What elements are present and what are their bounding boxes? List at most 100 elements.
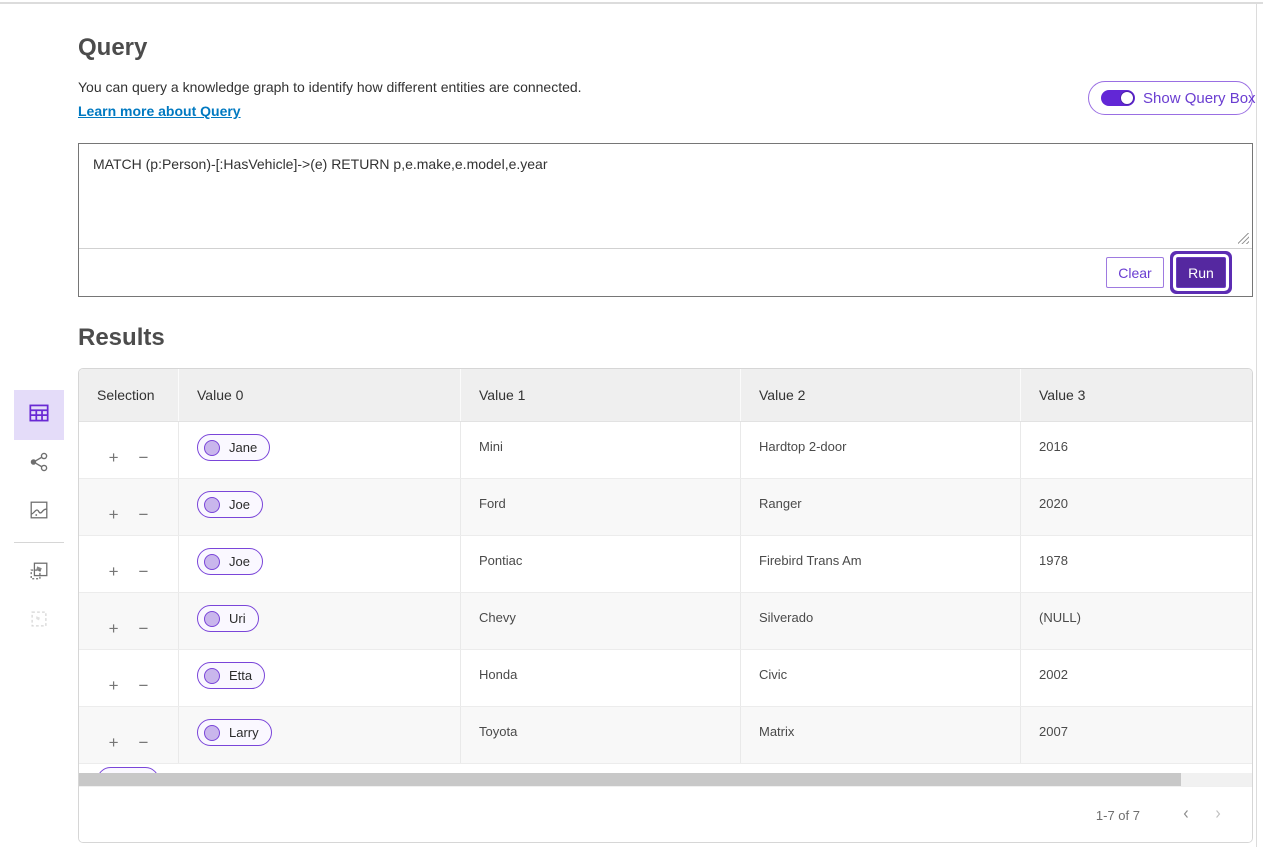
entity-chip[interactable]: Larry — [197, 719, 272, 746]
clear-button[interactable]: Clear — [1106, 257, 1164, 288]
learn-more-link[interactable]: Learn more about Query — [78, 103, 241, 119]
add-to-selection-button[interactable]: + — [109, 664, 119, 706]
row-selection-cell: + − — [79, 593, 179, 649]
panel-right-divider — [1256, 4, 1257, 847]
marquee-select-view-button — [14, 597, 64, 645]
remove-from-selection-button[interactable]: − — [139, 493, 149, 535]
remove-from-selection-button[interactable]: − — [139, 550, 149, 592]
query-actions-bar: Clear Run — [79, 249, 1252, 296]
entity-dot-icon — [204, 554, 220, 570]
table-row: + − Joe Ford Ranger 2020 — [79, 479, 1252, 536]
link-chart-icon — [28, 451, 50, 478]
row-entity-cell: Larry — [179, 707, 461, 763]
textarea-resize-handle[interactable] — [1238, 233, 1249, 244]
results-section-title: Results — [78, 324, 165, 352]
entity-chip[interactable]: Uri — [197, 605, 259, 632]
table-row: + − Etta Honda Civic 2002 — [79, 650, 1252, 707]
pagination-prev-button[interactable] — [1170, 799, 1202, 831]
entity-chip[interactable]: Etta — [197, 662, 265, 689]
entity-dot-icon — [204, 497, 220, 513]
link-chart-view-button[interactable] — [14, 440, 64, 488]
row-value2-cell: Firebird Trans Am — [741, 536, 1021, 592]
table-row: + − Uri Chevy Silverado (NULL) — [79, 593, 1252, 650]
add-to-selection-button[interactable]: + — [109, 493, 119, 535]
row-value1-cell: Ford — [461, 479, 741, 535]
entity-chip[interactable]: Joe — [197, 491, 263, 518]
row-value3-cell: 2007 — [1021, 707, 1253, 763]
entity-chip-label: Uri — [229, 611, 246, 626]
toggle-knob — [1120, 91, 1134, 105]
result-view-rail — [14, 390, 64, 645]
row-selection-cell: + − — [79, 536, 179, 592]
table-header-row: Selection Value 0 Value 1 Value 2 Value … — [79, 369, 1252, 422]
row-selection-cell: + − — [79, 650, 179, 706]
row-value3-cell: 2002 — [1021, 650, 1253, 706]
row-value2-cell: Ranger — [741, 479, 1021, 535]
pagination-range-label: 1-7 of 7 — [1096, 808, 1140, 823]
table-row-partial — [79, 764, 1252, 773]
query-section-title: Query — [78, 34, 147, 62]
query-page: Query You can query a knowledge graph to… — [0, 0, 1263, 847]
entity-dot-icon — [204, 440, 220, 456]
column-header-value3[interactable]: Value 3 — [1021, 369, 1253, 421]
entity-dot-icon — [204, 668, 220, 684]
row-value2-cell: Hardtop 2-door — [741, 422, 1021, 478]
row-entity-cell: Joe — [179, 536, 461, 592]
remove-from-selection-button[interactable]: − — [139, 664, 149, 706]
row-value3-cell: (NULL) — [1021, 593, 1253, 649]
column-header-value2[interactable]: Value 2 — [741, 369, 1021, 421]
row-value1-cell: Mini — [461, 422, 741, 478]
entity-dot-icon — [204, 611, 220, 627]
run-button[interactable]: Run — [1176, 257, 1226, 288]
table-view-button[interactable] — [14, 390, 64, 440]
remove-from-selection-button[interactable]: − — [139, 721, 149, 763]
add-to-selection-button[interactable]: + — [109, 607, 119, 649]
row-value2-cell: Civic — [741, 650, 1021, 706]
row-entity-cell: Joe — [179, 479, 461, 535]
pagination-next-button[interactable] — [1202, 799, 1234, 831]
horizontal-scrollbar[interactable] — [79, 773, 1252, 786]
chevron-left-icon — [1179, 807, 1193, 824]
entity-chip-label: Jane — [229, 440, 257, 455]
query-description: You can query a knowledge graph to ident… — [78, 79, 582, 95]
entity-chip-label: Joe — [229, 497, 250, 512]
row-selection-cell: + − — [79, 422, 179, 478]
chevron-right-icon — [1211, 807, 1225, 824]
entity-chip[interactable]: Jane — [197, 434, 270, 461]
new-map-view-button[interactable] — [14, 549, 64, 597]
table-icon — [26, 400, 52, 431]
rail-divider — [14, 542, 64, 543]
show-query-box-toggle[interactable]: Show Query Box — [1088, 81, 1253, 115]
entity-chip[interactable]: Joe — [197, 548, 263, 575]
toggle-switch-icon[interactable] — [1101, 90, 1135, 106]
table-row: + − Larry Toyota Matrix 2007 — [79, 707, 1252, 764]
toggle-label: Show Query Box — [1143, 90, 1256, 107]
row-value2-cell: Matrix — [741, 707, 1021, 763]
results-table: Selection Value 0 Value 1 Value 2 Value … — [78, 368, 1253, 843]
marquee-select-icon — [28, 608, 50, 635]
entity-dot-icon — [204, 725, 220, 741]
add-to-selection-button[interactable]: + — [109, 721, 119, 763]
query-input[interactable]: MATCH (p:Person)-[:HasVehicle]->(e) RETU… — [79, 144, 1252, 249]
column-header-value1[interactable]: Value 1 — [461, 369, 741, 421]
row-value1-cell: Toyota — [461, 707, 741, 763]
table-body: + − Jane Mini Hardtop 2-door 2016 + − Jo… — [79, 422, 1252, 764]
row-selection-cell: + − — [79, 707, 179, 763]
column-header-selection[interactable]: Selection — [79, 369, 179, 421]
horizontal-scrollbar-thumb[interactable] — [79, 773, 1181, 786]
map-view-button[interactable] — [14, 488, 64, 536]
row-value1-cell: Chevy — [461, 593, 741, 649]
entity-chip-label: Joe — [229, 554, 250, 569]
row-value3-cell: 2016 — [1021, 422, 1253, 478]
table-row: + − Joe Pontiac Firebird Trans Am 1978 — [79, 536, 1252, 593]
remove-from-selection-button[interactable]: − — [139, 607, 149, 649]
add-to-selection-button[interactable]: + — [109, 436, 119, 478]
column-header-value0[interactable]: Value 0 — [179, 369, 461, 421]
remove-from-selection-button[interactable]: − — [139, 436, 149, 478]
table-row: + − Jane Mini Hardtop 2-door 2016 — [79, 422, 1252, 479]
row-entity-cell: Uri — [179, 593, 461, 649]
map-icon — [28, 499, 50, 526]
row-entity-cell: Etta — [179, 650, 461, 706]
top-divider — [0, 2, 1263, 4]
add-to-selection-button[interactable]: + — [109, 550, 119, 592]
